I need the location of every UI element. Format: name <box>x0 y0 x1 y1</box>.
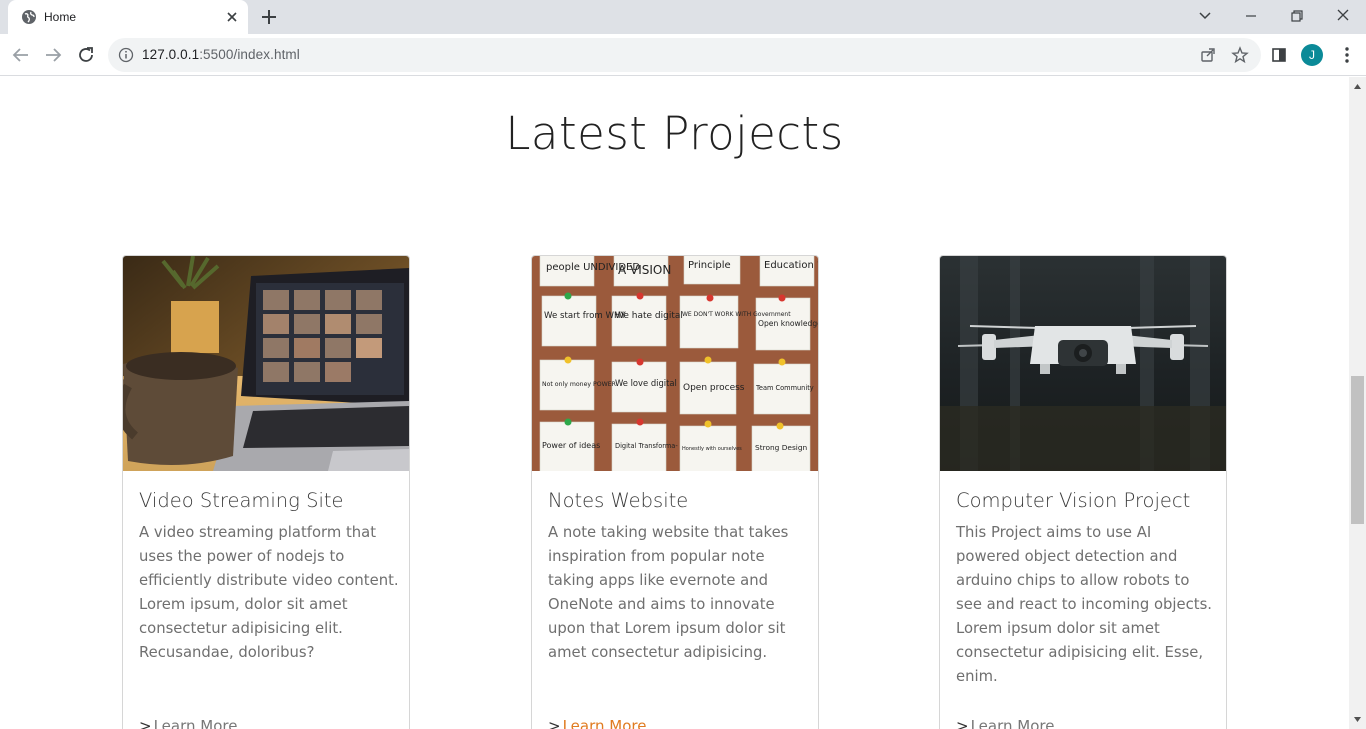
page-viewport: Latest Projects Video Streaming Site A v… <box>0 77 1349 729</box>
share-icon[interactable] <box>1199 46 1217 64</box>
back-icon[interactable] <box>10 44 32 66</box>
learn-more-label: Learn More <box>153 717 238 729</box>
more-menu-icon[interactable] <box>1336 44 1358 66</box>
note-text: Open knowledge <box>758 319 818 328</box>
sticky-notes-board-image: people UNDIVIDED A VISION Principle Educ… <box>532 256 818 471</box>
url-path: :5500/index.html <box>199 47 300 62</box>
tab-search-icon[interactable] <box>1194 6 1216 26</box>
side-panel-icon[interactable] <box>1268 44 1290 66</box>
browser-tab-home[interactable]: Home <box>8 0 248 34</box>
card-description: This Project aims to use AI powered obje… <box>956 524 1212 685</box>
scrollbar-thumb[interactable] <box>1351 376 1364 524</box>
close-tab-icon[interactable] <box>224 9 240 25</box>
bookmark-star-icon[interactable] <box>1231 46 1249 64</box>
note-text: We love digital <box>615 378 677 388</box>
profile-avatar[interactable]: J <box>1301 44 1323 66</box>
note-text: Not only money POWER <box>542 381 617 388</box>
learn-more-link[interactable]: > Learn More <box>956 717 1054 729</box>
browser-toolbar: 127.0.0.1:5500/index.html J <box>0 34 1366 76</box>
note-text: Team Community <box>755 384 814 392</box>
learn-more-link[interactable]: > Learn More <box>139 717 237 729</box>
scroll-up-arrow-icon[interactable] <box>1353 82 1362 91</box>
learn-more-link[interactable]: > Learn More <box>548 717 646 729</box>
card-title: Notes Website <box>548 489 689 512</box>
url-text[interactable]: 127.0.0.1:5500/index.html <box>142 47 300 62</box>
learn-more-label: Learn More <box>970 717 1055 729</box>
project-card-computer-vision: Computer Vision Project This Project aim… <box>939 255 1227 729</box>
note-text: A VISION <box>618 263 671 277</box>
note-text: Honestly with ourselves <box>682 446 742 452</box>
note-text: Principle <box>688 260 731 271</box>
tab-strip: Home <box>0 0 1366 34</box>
forward-icon[interactable] <box>42 44 64 66</box>
note-text: Education ? ? ? <box>764 260 818 271</box>
chevron-right-icon: > <box>139 717 152 729</box>
minimize-icon[interactable] <box>1240 6 1262 26</box>
note-text: WE DON'T WORK WITH Government <box>682 311 791 318</box>
page-title: Latest Projects <box>505 107 844 160</box>
note-text: Strong Design <box>755 443 808 452</box>
card-description: A note taking website that takes inspira… <box>548 524 789 661</box>
learn-more-label: Learn More <box>562 717 647 729</box>
reload-icon[interactable] <box>75 44 97 66</box>
note-text: Digital Transforma- <box>615 442 678 450</box>
scroll-down-arrow-icon[interactable] <box>1353 715 1362 724</box>
card-title: Video Streaming Site <box>139 489 344 512</box>
project-card-notes-website: people UNDIVIDED A VISION Principle Educ… <box>531 255 819 729</box>
chevron-right-icon: > <box>548 717 561 729</box>
note-text: Open process <box>683 383 745 393</box>
url-host: 127.0.0.1 <box>142 47 200 62</box>
card-description: A video streaming platform that uses the… <box>139 524 399 661</box>
drone-image <box>940 256 1226 471</box>
site-info-icon[interactable] <box>118 47 134 63</box>
page-scrollbar[interactable] <box>1349 77 1366 729</box>
note-text: Power of ideas <box>542 441 600 450</box>
new-tab-icon[interactable] <box>260 8 278 26</box>
globe-icon <box>22 10 36 24</box>
laptop-video-call-image <box>123 256 409 471</box>
note-text: We hate digital <box>615 311 683 321</box>
close-window-icon[interactable] <box>1332 6 1354 26</box>
restore-icon[interactable] <box>1286 6 1308 26</box>
chevron-right-icon: > <box>956 717 969 729</box>
card-title: Computer Vision Project <box>956 489 1191 512</box>
address-bar[interactable]: 127.0.0.1:5500/index.html <box>108 38 1261 72</box>
tab-title: Home <box>44 10 77 24</box>
project-card-video-streaming: Video Streaming Site A video streaming p… <box>122 255 410 729</box>
